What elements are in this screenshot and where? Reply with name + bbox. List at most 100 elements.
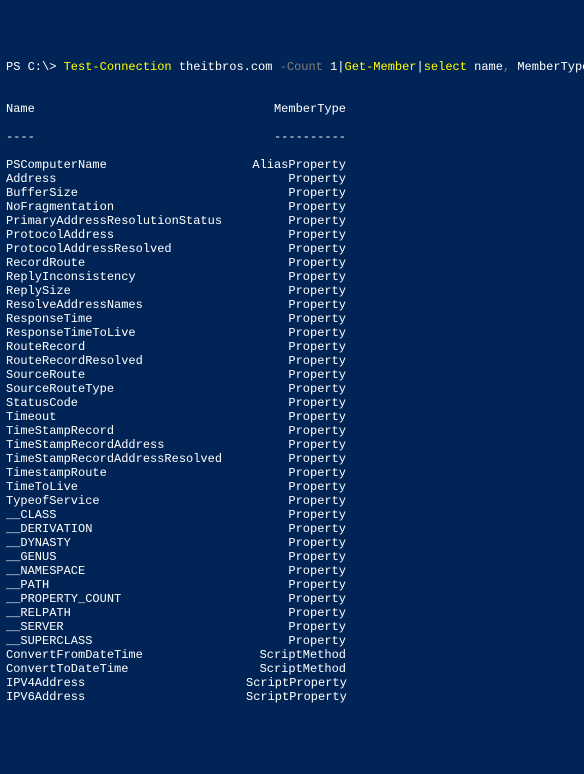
divider-membertype: ---------- bbox=[246, 130, 346, 144]
table-row: TimeStampRecordAddressProperty bbox=[6, 438, 578, 452]
row-membertype: Property bbox=[246, 200, 346, 214]
row-name: __SUPERCLASS bbox=[6, 634, 246, 648]
row-membertype: ScriptProperty bbox=[246, 690, 346, 704]
row-membertype: Property bbox=[246, 424, 346, 438]
cmdlet-test-connection: Test-Connection bbox=[64, 60, 172, 74]
row-name: ResolveAddressNames bbox=[6, 298, 246, 312]
table-row: ReplyInconsistencyProperty bbox=[6, 270, 578, 284]
row-name: PrimaryAddressResolutionStatus bbox=[6, 214, 246, 228]
row-name: ConvertToDateTime bbox=[6, 662, 246, 676]
row-name: RecordRoute bbox=[6, 256, 246, 270]
row-membertype: Property bbox=[246, 214, 346, 228]
row-membertype: Property bbox=[246, 452, 346, 466]
table-row: __CLASSProperty bbox=[6, 508, 578, 522]
row-membertype: Property bbox=[246, 228, 346, 242]
output-divider-row: -------------- bbox=[6, 130, 578, 144]
row-membertype: Property bbox=[246, 354, 346, 368]
row-membertype: Property bbox=[246, 536, 346, 550]
row-name: ResponseTimeToLive bbox=[6, 326, 246, 340]
table-row: __SUPERCLASSProperty bbox=[6, 634, 578, 648]
param-count: -Count bbox=[280, 60, 330, 74]
row-name: TimeToLive bbox=[6, 480, 246, 494]
argument-host: theitbros.com bbox=[172, 60, 280, 74]
table-row: AddressProperty bbox=[6, 172, 578, 186]
row-name: BufferSize bbox=[6, 186, 246, 200]
argument-membertype: MemberType bbox=[510, 60, 584, 74]
row-membertype: Property bbox=[246, 466, 346, 480]
table-row: RouteRecordResolvedProperty bbox=[6, 354, 578, 368]
row-name: NoFragmentation bbox=[6, 200, 246, 214]
row-name: __CLASS bbox=[6, 508, 246, 522]
row-name: ConvertFromDateTime bbox=[6, 648, 246, 662]
row-membertype: Property bbox=[246, 522, 346, 536]
row-name: ReplyInconsistency bbox=[6, 270, 246, 284]
table-row: ConvertToDateTimeScriptMethod bbox=[6, 662, 578, 676]
table-row: PrimaryAddressResolutionStatusProperty bbox=[6, 214, 578, 228]
row-name: RouteRecordResolved bbox=[6, 354, 246, 368]
row-name: __DYNASTY bbox=[6, 536, 246, 550]
table-row: RouteRecordProperty bbox=[6, 340, 578, 354]
row-membertype: Property bbox=[246, 242, 346, 256]
row-membertype: Property bbox=[246, 438, 346, 452]
output-rows: PSComputerNameAliasPropertyAddressProper… bbox=[6, 158, 578, 704]
row-name: ReplySize bbox=[6, 284, 246, 298]
table-row: IPV6AddressScriptProperty bbox=[6, 690, 578, 704]
table-row: __PROPERTY_COUNTProperty bbox=[6, 592, 578, 606]
row-membertype: Property bbox=[246, 578, 346, 592]
row-membertype: Property bbox=[246, 312, 346, 326]
row-name: IPV4Address bbox=[6, 676, 246, 690]
row-name: __SERVER bbox=[6, 620, 246, 634]
table-row: __GENUSProperty bbox=[6, 550, 578, 564]
row-name: __DERIVATION bbox=[6, 522, 246, 536]
row-name: TimeStampRecordAddressResolved bbox=[6, 452, 246, 466]
row-name: __RELPATH bbox=[6, 606, 246, 620]
table-row: ReplySizeProperty bbox=[6, 284, 578, 298]
row-membertype: Property bbox=[246, 592, 346, 606]
row-membertype: Property bbox=[246, 564, 346, 578]
table-row: IPV4AddressScriptProperty bbox=[6, 676, 578, 690]
row-name: PSComputerName bbox=[6, 158, 246, 172]
row-name: ProtocolAddressResolved bbox=[6, 242, 246, 256]
row-membertype: Property bbox=[246, 326, 346, 340]
row-name: __PROPERTY_COUNT bbox=[6, 592, 246, 606]
row-membertype: Property bbox=[246, 368, 346, 382]
table-row: SourceRouteTypeProperty bbox=[6, 382, 578, 396]
table-row: TimeStampRecordProperty bbox=[6, 424, 578, 438]
row-membertype: Property bbox=[246, 508, 346, 522]
row-membertype: Property bbox=[246, 606, 346, 620]
table-row: TimeoutProperty bbox=[6, 410, 578, 424]
output-header-row: NameMemberType bbox=[6, 102, 578, 116]
row-membertype: Property bbox=[246, 298, 346, 312]
table-row: __RELPATHProperty bbox=[6, 606, 578, 620]
row-membertype: Property bbox=[246, 186, 346, 200]
row-membertype: Property bbox=[246, 620, 346, 634]
table-row: ResponseTimeProperty bbox=[6, 312, 578, 326]
table-row: TypeofServiceProperty bbox=[6, 494, 578, 508]
table-row: __SERVERProperty bbox=[6, 620, 578, 634]
table-row: __PATHProperty bbox=[6, 578, 578, 592]
row-membertype: Property bbox=[246, 494, 346, 508]
table-row: ResponseTimeToLiveProperty bbox=[6, 326, 578, 340]
table-row: ConvertFromDateTimeScriptMethod bbox=[6, 648, 578, 662]
row-membertype: Property bbox=[246, 382, 346, 396]
row-name: TimeStampRecordAddress bbox=[6, 438, 246, 452]
header-name: Name bbox=[6, 102, 246, 116]
table-row: ResolveAddressNamesProperty bbox=[6, 298, 578, 312]
cmdlet-get-member: Get-Member bbox=[345, 60, 417, 74]
table-row: ProtocolAddressResolvedProperty bbox=[6, 242, 578, 256]
row-membertype: Property bbox=[246, 284, 346, 298]
row-membertype: Property bbox=[246, 340, 346, 354]
command-prompt-line[interactable]: PS C:\> Test-Connection theitbros.com -C… bbox=[6, 60, 578, 74]
row-name: Timeout bbox=[6, 410, 246, 424]
row-name: StatusCode bbox=[6, 396, 246, 410]
row-name: ProtocolAddress bbox=[6, 228, 246, 242]
row-membertype: Property bbox=[246, 172, 346, 186]
table-row: __NAMESPACEProperty bbox=[6, 564, 578, 578]
cmdlet-select: select bbox=[424, 60, 467, 74]
row-name: TimestampRoute bbox=[6, 466, 246, 480]
row-name: SourceRoute bbox=[6, 368, 246, 382]
table-row: PSComputerNameAliasProperty bbox=[6, 158, 578, 172]
row-name: TypeofService bbox=[6, 494, 246, 508]
header-membertype: MemberType bbox=[246, 102, 346, 116]
row-membertype: Property bbox=[246, 550, 346, 564]
